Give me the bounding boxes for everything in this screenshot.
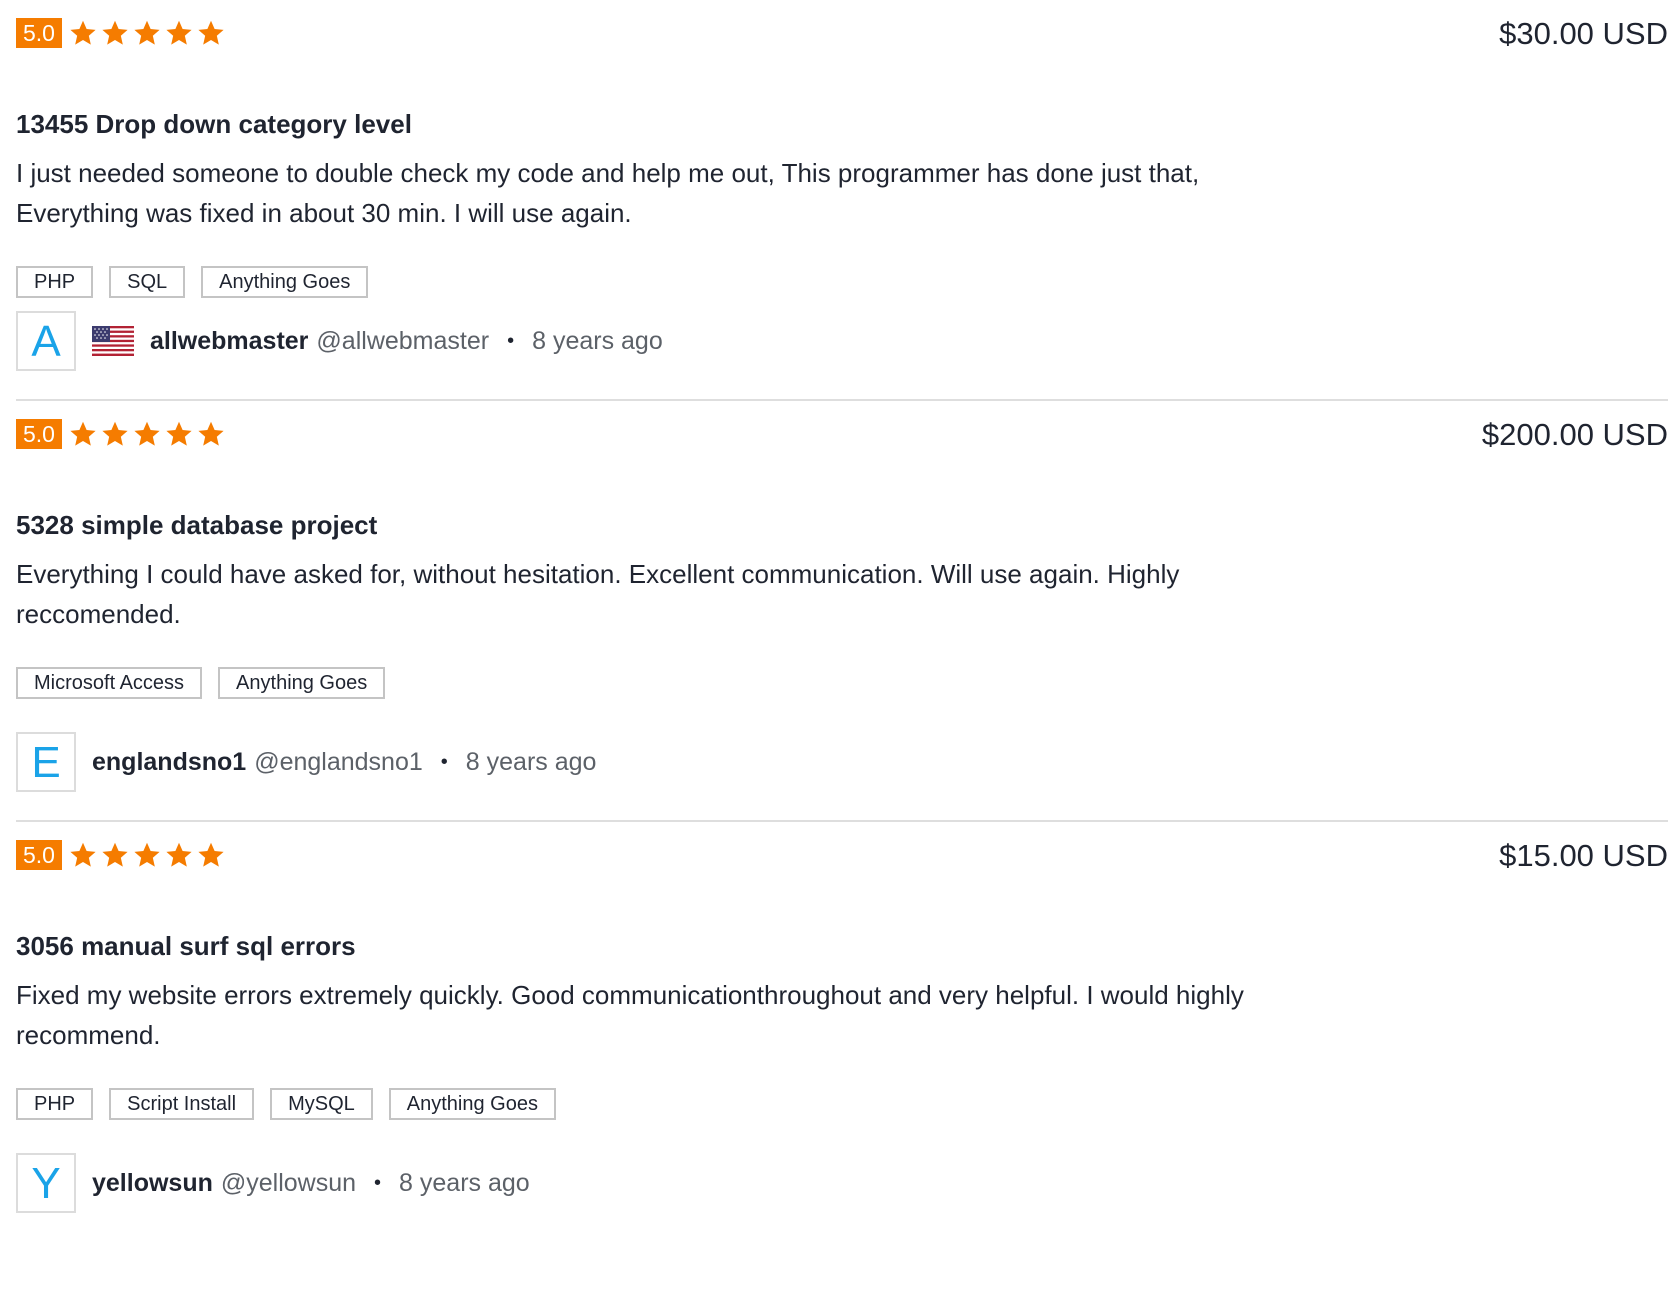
skill-tags: Microsoft Access Anything Goes	[16, 667, 401, 699]
star-icon	[197, 841, 225, 869]
project-title[interactable]: 13455 Drop down category level	[16, 108, 412, 140]
reviewer-row: Y yellowsun @yellowsun • 8 years ago	[16, 1152, 530, 1214]
review-card: 5.0 $30.00 USD 13455 Drop down category …	[16, 0, 1668, 401]
skill-tag[interactable]: Anything Goes	[201, 266, 369, 298]
star-icon	[101, 841, 129, 869]
star-icon	[165, 841, 193, 869]
review-time: 8 years ago	[532, 326, 663, 355]
avatar[interactable]: E	[16, 732, 76, 792]
star-icon	[197, 420, 225, 448]
star-icon	[69, 420, 97, 448]
avatar[interactable]: Y	[16, 1153, 76, 1213]
star-icon	[165, 19, 193, 47]
project-price: $200.00 USD	[1481, 417, 1668, 452]
rating-row: 5.0	[16, 840, 229, 870]
review-time: 8 years ago	[399, 1168, 530, 1197]
star-icon	[133, 841, 161, 869]
skill-tag[interactable]: SQL	[109, 266, 186, 298]
star-icon	[165, 420, 193, 448]
reviewer-username[interactable]: englandsno1	[92, 748, 246, 777]
skill-tag[interactable]: PHP	[16, 1088, 94, 1120]
skill-tag[interactable]: Anything Goes	[388, 1088, 556, 1120]
review-comment: Everything I could have asked for, witho…	[16, 559, 1180, 629]
reviewer-username[interactable]: allwebmaster	[150, 327, 308, 356]
skill-tags: PHP Script Install MySQL Anything Goes	[16, 1088, 572, 1120]
skill-tag[interactable]: Script Install	[109, 1088, 255, 1120]
rating-score-badge: 5.0	[16, 419, 62, 449]
project-price: $30.00 USD	[1499, 16, 1668, 51]
project-price: $15.00 USD	[1499, 838, 1668, 873]
star-rating	[69, 841, 229, 869]
star-icon	[101, 19, 129, 47]
rating-score-badge: 5.0	[16, 18, 62, 48]
reviewer-handle[interactable]: @allwebmaster	[316, 327, 489, 356]
star-icon	[133, 19, 161, 47]
star-rating	[69, 19, 229, 47]
avatar[interactable]: A	[16, 311, 76, 371]
star-icon	[197, 19, 225, 47]
rating-row: 5.0	[16, 18, 229, 48]
skill-tag[interactable]: PHP	[16, 266, 94, 298]
reviewer-handle[interactable]: @yellowsun	[221, 1169, 356, 1198]
review-time: 8 years ago	[465, 747, 597, 776]
separator-dot: •	[374, 1171, 382, 1194]
star-icon	[69, 841, 97, 869]
review-card: 5.0 $15.00 USD 3056 manual surf sql erro…	[16, 822, 1668, 1306]
star-icon	[101, 420, 129, 448]
reviewer-row: A allwebmaster @allwebmaster • 8 years a…	[16, 310, 663, 372]
reviewer-handle[interactable]: @englandsno1	[254, 748, 423, 777]
star-icon	[69, 19, 97, 47]
separator-dot: •	[507, 329, 515, 352]
review-comment: Fixed my website errors extremely quickl…	[16, 980, 1244, 1050]
project-title[interactable]: 5328 simple database project	[16, 509, 377, 541]
review-card: 5.0 $200.00 USD 5328 simple database pro…	[16, 401, 1668, 822]
skill-tag[interactable]: Microsoft Access	[16, 667, 203, 699]
reviewer-row: E englandsno1 @englandsno1 • 8 years ago	[16, 731, 596, 793]
rating-row: 5.0	[16, 419, 229, 449]
us-flag-icon	[92, 326, 134, 356]
separator-dot: •	[440, 750, 448, 773]
reviewer-username[interactable]: yellowsun	[92, 1169, 213, 1198]
star-rating	[69, 420, 229, 448]
skill-tags: PHP SQL Anything Goes	[16, 266, 384, 298]
skill-tag[interactable]: MySQL	[270, 1088, 373, 1120]
review-comment: I just needed someone to double check my…	[16, 158, 1200, 228]
skill-tag[interactable]: Anything Goes	[218, 667, 386, 699]
project-title[interactable]: 3056 manual surf sql errors	[16, 930, 356, 962]
rating-score-badge: 5.0	[16, 840, 62, 870]
star-icon	[133, 420, 161, 448]
